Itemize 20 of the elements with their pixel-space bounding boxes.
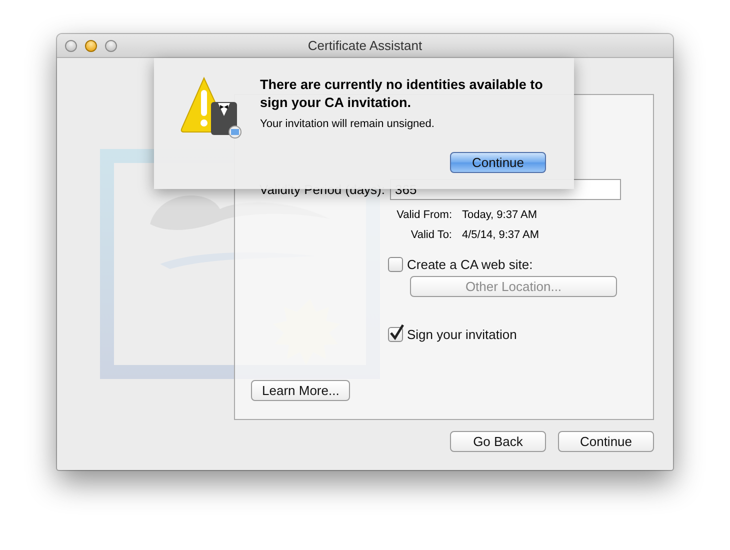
- checkbox[interactable]: [388, 327, 403, 342]
- date-label: Valid From:: [396, 209, 452, 221]
- learn-more-button[interactable]: Learn More...: [251, 380, 350, 401]
- window-title: Certificate Assistant: [308, 38, 422, 53]
- alert-title: There are currently no identities available to sign your CA invitation.: [260, 76, 544, 112]
- close-icon[interactable]: [65, 40, 77, 52]
- continue-button[interactable]: Continue: [558, 431, 654, 452]
- go-back-button[interactable]: Go Back: [450, 431, 546, 452]
- date-value: 4/5/14, 9:37 AM: [462, 229, 540, 241]
- zoom-icon[interactable]: [105, 40, 117, 52]
- minimize-icon[interactable]: [85, 40, 97, 52]
- checkbox-label: Sign your invitation: [407, 327, 517, 342]
- date-label: Valid To:: [410, 229, 452, 241]
- warning-icon: [180, 76, 242, 140]
- alert-message: Your invitation will remain unsigned.: [260, 118, 436, 130]
- continue-button[interactable]: Continue: [450, 152, 546, 173]
- date-value: Today, 9:37 AM: [462, 209, 538, 221]
- checkbox-label: Create a CA web site:: [407, 257, 533, 272]
- checkbox[interactable]: [388, 257, 403, 272]
- field-label: Validity Period (days):: [258, 182, 385, 197]
